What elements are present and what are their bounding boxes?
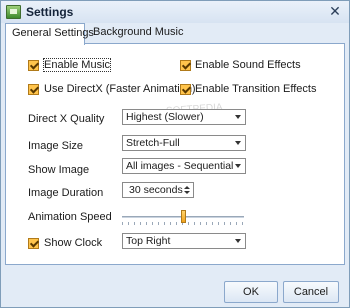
title-bar: Settings ✕ [1,1,349,23]
settings-window: Settings ✕ General Settings Background M… [0,0,350,308]
enable-music-checkbox[interactable] [28,60,39,71]
enable-music-label[interactable]: Enable Music [42,58,112,72]
chevron-down-icon [235,239,241,243]
cancel-button[interactable]: Cancel [283,281,339,303]
tab-background-music[interactable]: Background Music [87,23,193,44]
enable-transition-effects-checkbox[interactable] [180,84,191,95]
tab-general-settings[interactable]: General Settings [5,23,94,45]
image-duration-label: Image Duration [28,187,104,199]
animation-speed-label: Animation Speed [28,211,112,223]
close-icon[interactable]: ✕ [327,3,343,19]
use-directx-label[interactable]: Use DirectX (Faster Animation) [44,83,196,95]
clock-position-select[interactable]: Top Right [122,233,246,249]
directx-quality-label: Direct X Quality [28,113,105,125]
slider-thumb[interactable] [181,210,186,223]
app-icon [6,5,21,19]
show-clock-label[interactable]: Show Clock [44,237,102,249]
show-image-value: All images - Sequential [126,160,234,172]
show-clock-checkbox[interactable] [28,238,39,249]
animation-speed-slider[interactable] [122,210,244,225]
directx-quality-value: Highest (Slower) [126,111,204,123]
image-duration-stepper[interactable]: 30 seconds [122,182,194,198]
chevron-down-icon [235,164,241,168]
enable-transition-effects-label[interactable]: Enable Transition Effects [195,83,316,95]
show-image-label: Show Image [28,164,90,176]
ok-button[interactable]: OK [224,281,278,303]
enable-sound-effects-checkbox[interactable] [180,60,191,71]
dialog-footer: OK Cancel [1,267,349,307]
image-duration-value: 30 seconds [129,184,183,196]
general-settings-panel: SOFTPEDIA Enable Music Enable Sound Effe… [5,43,345,265]
window-title: Settings [26,5,74,19]
spin-down-icon[interactable] [184,191,190,194]
clock-position-value: Top Right [126,235,171,247]
chevron-down-icon [235,141,241,145]
use-directx-checkbox[interactable] [28,84,39,95]
directx-quality-select[interactable]: Highest (Slower) [122,109,246,125]
chevron-down-icon [235,115,241,119]
image-size-label: Image Size [28,140,84,152]
spin-up-icon[interactable] [184,186,190,189]
show-image-select[interactable]: All images - Sequential [122,158,246,174]
image-size-select[interactable]: Stretch-Full [122,135,246,151]
enable-sound-effects-label[interactable]: Enable Sound Effects [195,59,301,71]
image-size-value: Stretch-Full [126,137,180,149]
